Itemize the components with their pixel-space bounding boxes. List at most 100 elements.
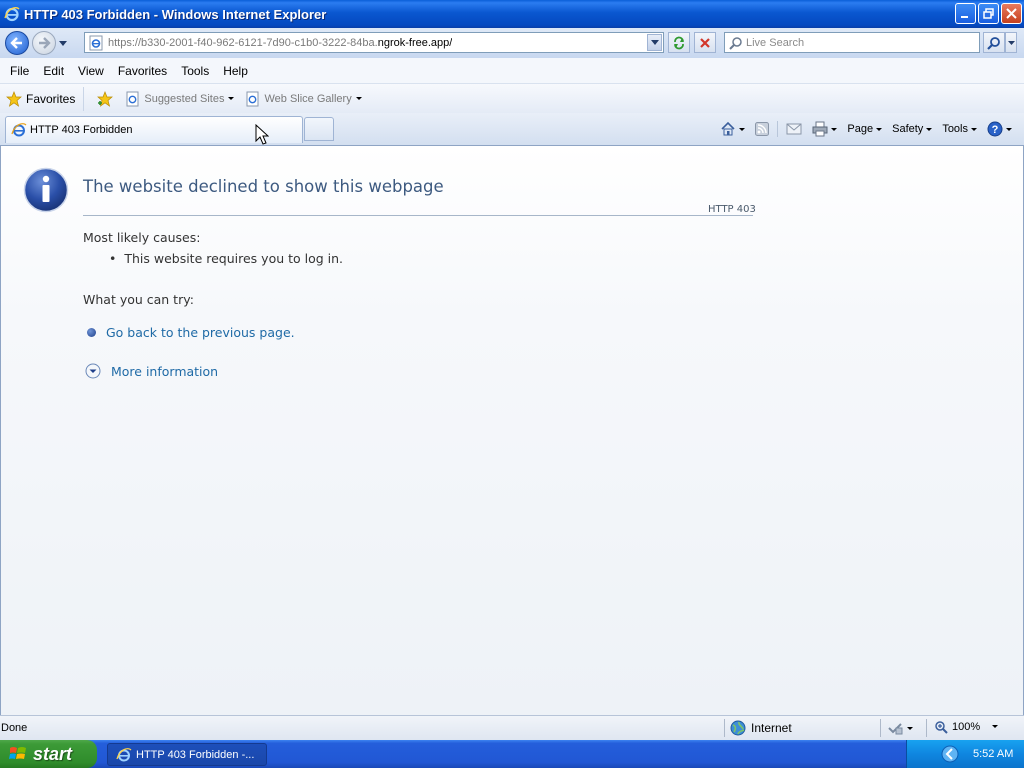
rss-feed-icon <box>755 122 770 136</box>
restore-button[interactable] <box>978 3 999 24</box>
close-icon <box>1006 8 1017 19</box>
chevron-down-icon <box>831 127 838 131</box>
menu-file[interactable]: File <box>3 61 36 81</box>
tools-menu-label: Tools <box>942 123 968 135</box>
menu-tools[interactable]: Tools <box>174 61 216 81</box>
add-to-favorites-bar-button[interactable] <box>90 90 120 107</box>
start-button[interactable]: start <box>0 740 97 768</box>
favorites-bar: Favorites Suggested Sites Web Slice Gall… <box>0 84 1024 113</box>
star-icon <box>6 90 22 107</box>
zoom-level: 100% <box>952 721 981 733</box>
security-zone[interactable]: Internet <box>730 720 792 736</box>
mail-icon <box>786 123 802 135</box>
menu-favorites[interactable]: Favorites <box>111 61 174 81</box>
address-toolbar: https://b330-2001-f40-962-6121-7d90-c1b0… <box>0 28 1024 58</box>
status-separator <box>926 719 927 737</box>
forward-button[interactable] <box>32 31 56 55</box>
clock: 5:52 AM <box>973 748 1014 760</box>
globe-icon <box>730 720 746 736</box>
printer-icon <box>812 121 828 137</box>
back-button[interactable] <box>5 31 29 55</box>
title-divider <box>83 215 753 216</box>
tab-row: HTTP 403 Forbidden Page Safety Tools ? <box>0 113 1024 145</box>
try-heading: What you can try: <box>83 292 194 307</box>
command-bar: Page Safety Tools ? <box>716 117 1016 141</box>
expand-chevron-icon[interactable] <box>85 363 101 379</box>
status-bar: Done Internet 100% <box>0 715 1024 740</box>
zoom-dropdown-icon[interactable] <box>992 725 998 728</box>
go-back-action: Go back to the previous page. <box>87 325 295 340</box>
menu-edit[interactable]: Edit <box>36 61 71 81</box>
safety-menu-button[interactable]: Safety <box>888 118 936 140</box>
chevron-down-icon <box>876 127 883 131</box>
page-ie-icon <box>126 91 139 106</box>
print-button[interactable] <box>808 118 841 140</box>
read-mail-button[interactable] <box>782 118 806 140</box>
ie-logo-icon <box>4 7 20 22</box>
menu-view[interactable]: View <box>71 61 111 81</box>
web-slice-gallery-label: Web Slice Gallery <box>264 92 352 105</box>
bullet-icon <box>87 328 96 337</box>
chevron-down-icon <box>907 726 913 730</box>
feeds-button[interactable] <box>751 118 773 140</box>
address-dropdown[interactable] <box>647 34 662 51</box>
address-url: https://b330-2001-f40-962-6121-7d90-c1b0… <box>108 37 452 49</box>
forward-arrow-icon <box>39 37 51 49</box>
address-bar[interactable]: https://b330-2001-f40-962-6121-7d90-c1b0… <box>84 32 664 53</box>
restore-icon <box>983 8 994 19</box>
page-content: The website declined to show this webpag… <box>0 145 1024 715</box>
zoom-button[interactable]: 100% <box>934 720 980 734</box>
chevron-down-icon <box>739 127 746 131</box>
stop-icon <box>700 37 710 48</box>
home-button[interactable] <box>716 118 749 140</box>
taskbar-item-label: HTTP 403 Forbidden -... <box>136 748 255 761</box>
page-menu-button[interactable]: Page <box>843 118 886 140</box>
cause-text: This website requires you to log in. <box>124 251 344 266</box>
tools-menu-button[interactable]: Tools <box>938 118 981 140</box>
causes-heading: Most likely causes: <box>83 230 201 245</box>
windows-logo-icon <box>9 747 26 759</box>
chevron-down-icon <box>355 97 362 100</box>
error-title: The website declined to show this webpag… <box>83 177 444 196</box>
page-ie-icon <box>246 91 259 106</box>
taskbar-item-ie[interactable]: HTTP 403 Forbidden -... <box>107 743 267 766</box>
tray-chevron-icon[interactable] <box>941 745 959 763</box>
refresh-button[interactable] <box>668 32 690 53</box>
web-slice-gallery-link[interactable]: Web Slice Gallery <box>240 91 367 107</box>
window-titlebar[interactable]: HTTP 403 Forbidden - Windows Internet Ex… <box>0 0 1024 28</box>
suggested-sites-link[interactable]: Suggested Sites <box>120 91 240 107</box>
ie-logo-icon <box>116 747 132 761</box>
status-separator <box>724 719 725 737</box>
protected-mode-button[interactable] <box>887 721 913 735</box>
close-button[interactable] <box>1001 3 1022 24</box>
search-input[interactable]: Live Search <box>724 32 980 53</box>
back-arrow-icon <box>10 37 22 49</box>
more-info-link[interactable]: More information <box>111 364 218 379</box>
cause-item: • This website requires you to log in. <box>109 251 344 266</box>
favorites-button[interactable]: Favorites <box>0 86 85 111</box>
menu-help[interactable]: Help <box>216 61 255 81</box>
search-button[interactable] <box>983 32 1005 53</box>
chevron-down-icon <box>59 40 67 46</box>
protected-mode-icon <box>888 723 903 735</box>
chevron-down-icon <box>971 127 977 131</box>
stop-button[interactable] <box>694 32 716 53</box>
menu-bar: File Edit View Favorites Tools Help <box>0 58 1024 84</box>
page-menu-label: Page <box>847 123 874 135</box>
new-tab-button[interactable] <box>304 117 334 141</box>
command-separator <box>777 121 779 137</box>
tab-label: HTTP 403 Forbidden <box>30 124 133 136</box>
more-info-action: More information <box>85 363 218 379</box>
status-text: Done <box>1 722 28 734</box>
help-button[interactable]: ? <box>983 118 1016 140</box>
chevron-down-icon <box>1007 40 1015 45</box>
ie-logo-icon <box>11 123 27 137</box>
go-back-link[interactable]: Go back to the previous page. <box>106 325 295 340</box>
search-options-dropdown[interactable] <box>1005 32 1017 53</box>
minimize-icon <box>961 16 968 18</box>
safety-menu-label: Safety <box>892 123 924 135</box>
info-icon <box>23 167 69 213</box>
zoom-magnifier-icon <box>935 721 948 734</box>
minimize-button[interactable] <box>955 3 976 24</box>
recent-pages-dropdown[interactable] <box>57 31 69 55</box>
